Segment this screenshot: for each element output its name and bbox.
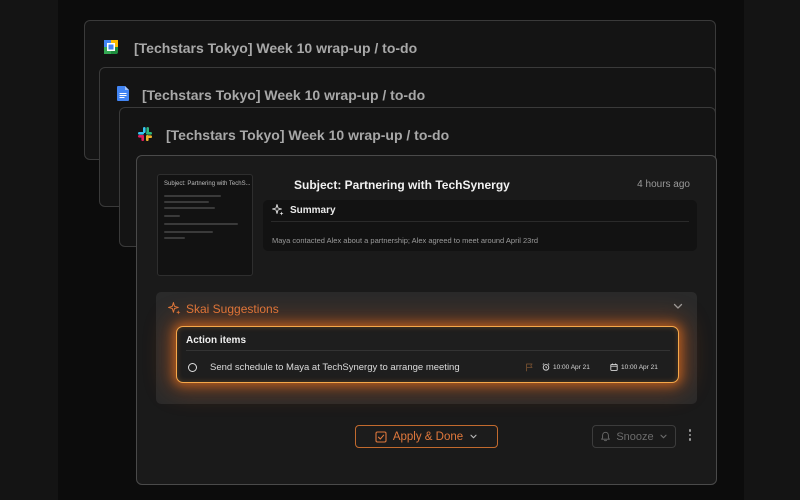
check-square-icon bbox=[375, 430, 387, 443]
google-calendar-icon bbox=[104, 40, 118, 54]
thumbnail-line bbox=[164, 207, 215, 209]
skai-suggestions-title: Skai Suggestions bbox=[186, 302, 279, 316]
sparkle-icon bbox=[272, 204, 284, 216]
due-date-time: 10:00 Apr 21 bbox=[621, 363, 658, 371]
calendar-icon bbox=[610, 363, 618, 371]
summary-text: Maya contacted Alex about a partnership;… bbox=[272, 236, 539, 245]
reminder-chip[interactable]: 10:00 Apr 21 bbox=[542, 363, 590, 371]
due-date-chip[interactable]: 10:00 Apr 21 bbox=[610, 363, 658, 371]
action-item-text[interactable]: Send schedule to Maya at TechSynergy to … bbox=[210, 362, 460, 373]
slack-icon bbox=[138, 127, 152, 141]
snooze-label: Snooze bbox=[616, 430, 654, 443]
thumbnail-heading: Subject: Partnering with TechS... bbox=[164, 181, 251, 187]
apply-and-done-label: Apply & Done bbox=[392, 430, 464, 443]
email-thumbnail[interactable]: Subject: Partnering with TechS... bbox=[157, 174, 253, 276]
action-item-checkbox[interactable] bbox=[188, 363, 197, 372]
thumbnail-line bbox=[164, 215, 181, 217]
chevron-down-icon[interactable] bbox=[469, 432, 478, 441]
sparkle-icon bbox=[168, 302, 181, 315]
thumbnail-line bbox=[164, 201, 210, 203]
thumbnail-line bbox=[164, 223, 238, 225]
snooze-button[interactable]: Snooze bbox=[592, 425, 676, 448]
flag-icon[interactable] bbox=[525, 363, 534, 372]
apply-and-done-button[interactable]: Apply & Done bbox=[355, 425, 498, 448]
action-items-title: Action items bbox=[186, 335, 247, 346]
thumbnail-line bbox=[164, 195, 222, 197]
alarm-clock-icon bbox=[542, 363, 550, 371]
reminder-time: 10:00 Apr 21 bbox=[553, 363, 590, 371]
chevron-down-icon[interactable] bbox=[659, 432, 668, 441]
stacked-thread-title-1: [Techstars Tokyo] Week 10 wrap-up / to-d… bbox=[134, 40, 418, 56]
action-items-divider bbox=[186, 350, 670, 351]
stacked-thread-title-2: [Techstars Tokyo] Week 10 wrap-up / to-d… bbox=[142, 87, 426, 103]
stacked-thread-title-3: [Techstars Tokyo] Week 10 wrap-up / to-d… bbox=[166, 127, 450, 143]
thumbnail-line bbox=[164, 231, 214, 233]
chevron-down-icon[interactable] bbox=[672, 300, 684, 312]
thumbnail-line bbox=[164, 237, 185, 239]
bell-snooze-icon bbox=[601, 431, 611, 442]
google-docs-icon bbox=[117, 86, 129, 101]
summary-title: Summary bbox=[290, 205, 336, 216]
email-timestamp: 4 hours ago bbox=[637, 179, 690, 190]
action-items-box bbox=[176, 326, 679, 383]
more-options-icon[interactable] bbox=[686, 429, 694, 445]
summary-divider bbox=[271, 221, 689, 222]
email-subject: Subject: Partnering with TechSynergy bbox=[294, 178, 510, 192]
